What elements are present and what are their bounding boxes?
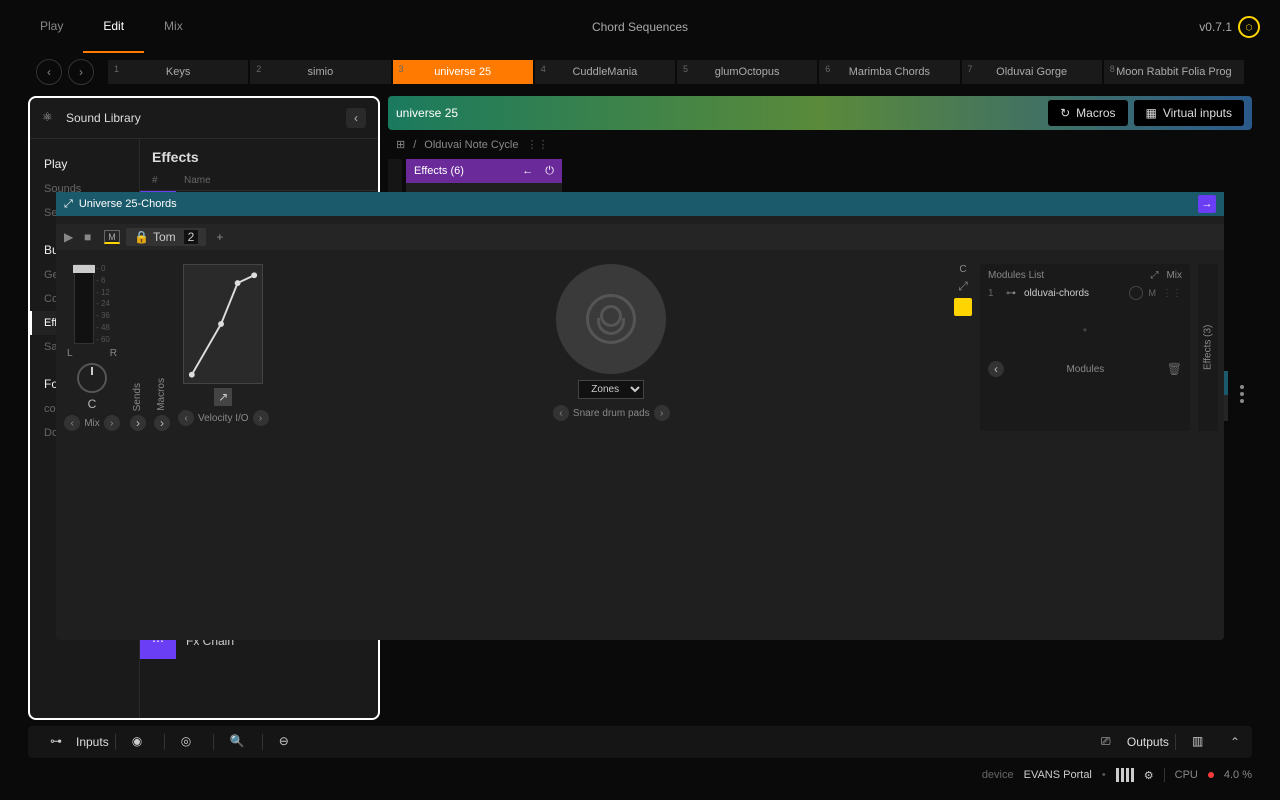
kit-icon[interactable]: ◎ — [181, 734, 197, 750]
chip-icon: ▦ — [1146, 106, 1157, 120]
status-dot-icon: • — [1102, 769, 1106, 781]
cymbal-icon[interactable]: ⊖ — [279, 734, 295, 750]
meters-icon[interactable]: ▥ — [1192, 734, 1208, 750]
device-overflow-button[interactable] — [1232, 367, 1252, 421]
drum-icon[interactable]: ◉ — [132, 734, 148, 750]
app-title: Chord Sequences — [592, 20, 688, 34]
midi-activity-icon — [1116, 768, 1134, 782]
mods-prev-button[interactable]: ‹ — [988, 361, 1004, 377]
cpu-value: 4.0 % — [1224, 769, 1252, 781]
breadcrumb-item[interactable]: Olduvai Note Cycle — [424, 139, 518, 151]
color-swatch[interactable] — [954, 298, 972, 316]
pads-next-button[interactable]: › — [654, 405, 670, 421]
drum-pad[interactable] — [556, 264, 666, 374]
status-device-name[interactable]: EVANS Portal — [1024, 769, 1092, 781]
inputs-label[interactable]: Inputs — [76, 735, 109, 749]
top-tab-edit[interactable]: Edit — [83, 1, 144, 53]
session-tab[interactable]: 2simio — [250, 60, 390, 84]
io-expand-button[interactable]: ⌃ — [1230, 735, 1240, 749]
outputs-label[interactable]: Outputs — [1127, 735, 1169, 749]
app-logo-icon[interactable]: ⬡ — [1238, 16, 1260, 38]
session-tab[interactable]: 7Olduvai Gorge — [962, 60, 1102, 84]
effects-side-tab[interactable]: Effects (3) — [1198, 264, 1218, 431]
workspace-name: universe 25 — [396, 106, 458, 120]
session-tab[interactable]: 8Moon Rabbit Folia Prog — [1104, 60, 1244, 84]
top-tab-play[interactable]: Play — [20, 1, 83, 53]
zones-select[interactable]: Zones — [578, 380, 644, 399]
grid-icon[interactable]: ⊞ — [396, 138, 405, 151]
search-icon[interactable]: 🔍 — [230, 734, 246, 750]
color-expand-icon[interactable]: ⤢ — [958, 279, 968, 294]
cpu-indicator-icon — [1208, 772, 1214, 778]
module-placeholder-dot: • — [984, 303, 1186, 357]
virtual-inputs-button[interactable]: ▦Virtual inputs — [1134, 100, 1245, 126]
modules-expand-icon[interactable]: ⤢ — [1150, 270, 1158, 281]
app-version: v0.7.1 — [1199, 20, 1238, 34]
status-device-label: device — [982, 769, 1014, 781]
session-tab[interactable]: 5glumOctopus — [677, 60, 817, 84]
drag-handle-icon[interactable]: ⋮⋮ — [526, 138, 548, 151]
pads-prev-button[interactable]: ‹ — [553, 405, 569, 421]
fx-back-icon[interactable]: ← — [522, 165, 533, 177]
inputs-icon[interactable]: ⊶ — [50, 734, 66, 750]
library-collapse-button[interactable]: ‹ — [346, 108, 366, 128]
trash-icon[interactable]: 🗑 — [1167, 362, 1182, 376]
session-tab[interactable]: 4CuddleMania — [535, 60, 675, 84]
libnav-play[interactable]: Play — [30, 151, 139, 177]
col-name: Name — [184, 175, 211, 186]
library-title: Sound Library — [66, 111, 141, 125]
top-tab-mix[interactable]: Mix — [144, 1, 203, 53]
settings-gear-icon[interactable]: ⚙ — [1144, 769, 1154, 782]
module-row[interactable]: 1⊶olduvai-chordsM⋮⋮ — [984, 283, 1186, 303]
col-hash: # — [152, 175, 184, 186]
nav-back-button[interactable]: ‹ — [36, 59, 62, 85]
refresh-icon: ↻ — [1060, 106, 1070, 120]
session-tab[interactable]: 3universe 25 — [393, 60, 533, 84]
breadcrumb: ⊞ / Olduvai Note Cycle ⋮⋮ — [388, 134, 1252, 155]
cpu-label: CPU — [1175, 769, 1198, 781]
fx-power-icon[interactable]: ⏻ — [545, 165, 554, 178]
macros-button[interactable]: ↻Macros — [1048, 100, 1127, 126]
effects-title: Effects (6) — [414, 165, 464, 177]
nav-fwd-button[interactable]: › — [68, 59, 94, 85]
color-label: C — [959, 264, 966, 275]
outputs-icon[interactable]: ⎚ — [1101, 734, 1117, 750]
library-icon: ⚛ — [42, 110, 58, 126]
library-list-title: Effects — [140, 139, 378, 171]
session-tab[interactable]: 1Keys — [108, 60, 248, 84]
session-tab[interactable]: 6Marimba Chords — [819, 60, 959, 84]
device-forward-button[interactable]: → — [1198, 195, 1216, 213]
